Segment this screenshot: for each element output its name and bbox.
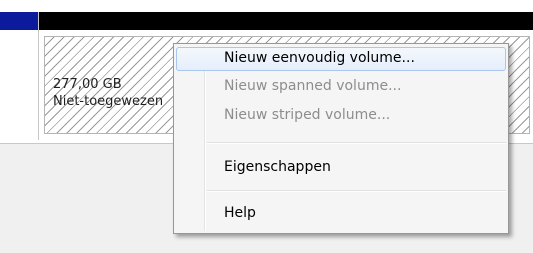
partition-size: 277,00 GB — [53, 77, 122, 92]
disk-header-bar — [0, 12, 38, 30]
menu-item-label: Nieuw eenvoudig volume... — [224, 50, 415, 66]
menu-item-label: Nieuw striped volume... — [224, 107, 391, 123]
disk-label-panel[interactable] — [0, 12, 39, 140]
menu-item-new-simple-volume[interactable]: Nieuw eenvoudig volume... — [176, 47, 506, 71]
partition-header-bar — [39, 12, 533, 30]
context-menu: Nieuw eenvoudig volume... Nieuw spanned … — [173, 43, 509, 234]
menu-item-new-spanned-volume[interactable]: Nieuw spanned volume... — [176, 75, 506, 99]
menu-item-label: Help — [224, 205, 256, 221]
menu-separator — [207, 190, 506, 192]
menu-item-help[interactable]: Help — [176, 202, 506, 226]
menu-item-properties[interactable]: Eigenschappen — [176, 156, 506, 180]
menu-separator — [207, 142, 506, 144]
menu-item-new-striped-volume[interactable]: Nieuw striped volume... — [176, 104, 506, 128]
menu-item-label: Eigenschappen — [224, 159, 331, 175]
partition-status: Niet-toegewezen — [53, 94, 164, 109]
menu-item-label: Nieuw spanned volume... — [224, 78, 402, 94]
